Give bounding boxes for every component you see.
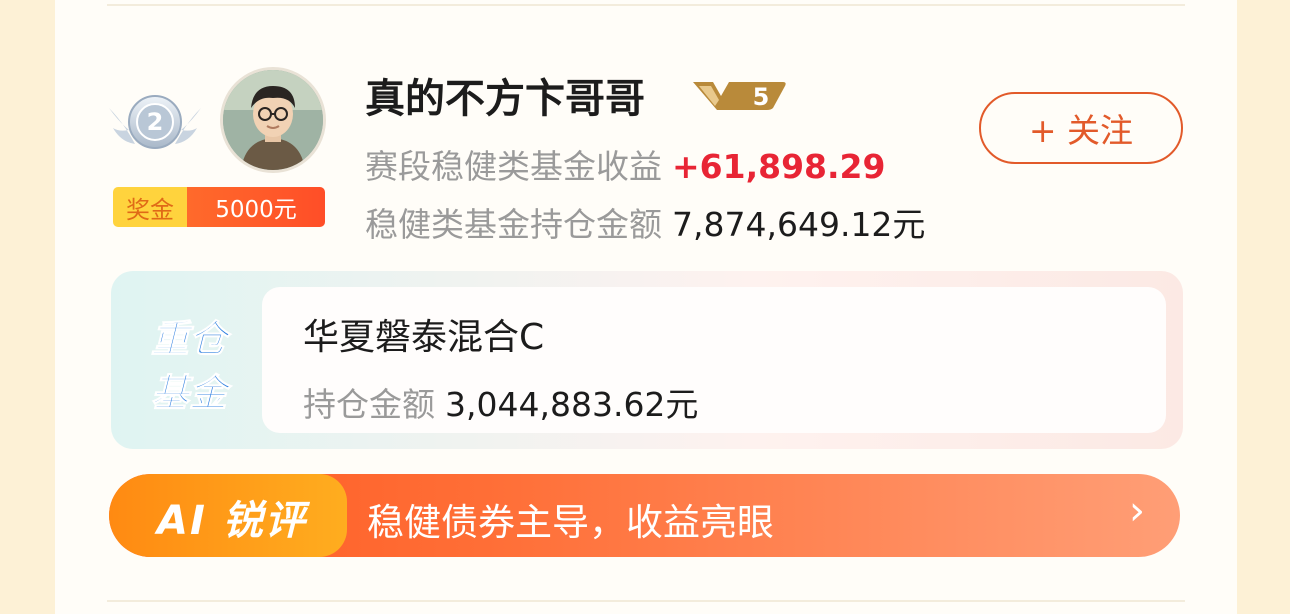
income-value: +61,898.29 <box>672 147 886 186</box>
follow-button[interactable]: + 关注 <box>979 92 1183 164</box>
fund-amount-label: 持仓金额 <box>303 385 435 424</box>
holding-label: 稳健类基金持仓金额 <box>365 205 662 244</box>
fund-amount-value: 3,044,883.62元 <box>445 385 699 424</box>
heavy-fund-badge-line2: 基金 <box>151 371 233 415</box>
ai-comment-text: 稳健债券主导，收益亮眼 <box>367 501 774 544</box>
heavy-fund-badge: 重仓 基金 <box>150 317 233 416</box>
user-name[interactable]: 真的不方卞哥哥 <box>365 66 645 124</box>
ai-comment-bar[interactable]: AI 锐评 稳健债券主导，收益亮眼 › <box>109 474 1180 557</box>
level-number: 5 <box>753 83 770 111</box>
leaderboard-card: 2 奖金 5000元 真的不方卞哥哥 5 + 关注 赛段稳健类基金收益 +61,8… <box>55 0 1237 614</box>
chevron-right-icon[interactable]: › <box>1129 488 1145 534</box>
level-badge-icon: 5 <box>693 82 786 111</box>
holding-row: 稳健类基金持仓金额 7,874,649.12元 <box>365 198 925 246</box>
top-divider <box>107 4 1185 6</box>
prize-tag: 奖金 5000元 <box>113 187 325 227</box>
fund-amount-row: 持仓金额 3,044,883.62元 <box>303 378 698 426</box>
rank-number: 2 <box>147 108 164 136</box>
fund-name[interactable]: 华夏磐泰混合C <box>303 308 544 360</box>
income-row: 赛段稳健类基金收益 +61,898.29 <box>365 140 885 188</box>
ai-badge-label: AI 锐评 <box>157 498 307 544</box>
prize-label: 奖金 <box>113 187 187 227</box>
prize-value: 5000元 <box>187 187 325 227</box>
avatar[interactable] <box>220 67 326 173</box>
avatar-illustration <box>223 70 323 170</box>
bottom-divider <box>107 600 1185 602</box>
income-label: 赛段稳健类基金收益 <box>365 147 662 186</box>
ai-badge: AI 锐评 <box>109 474 347 557</box>
heavy-fund-badge-line1: 重仓 <box>151 317 232 361</box>
rank-medal-icon: 2 <box>109 95 201 149</box>
holding-value: 7,874,649.12元 <box>672 205 926 244</box>
